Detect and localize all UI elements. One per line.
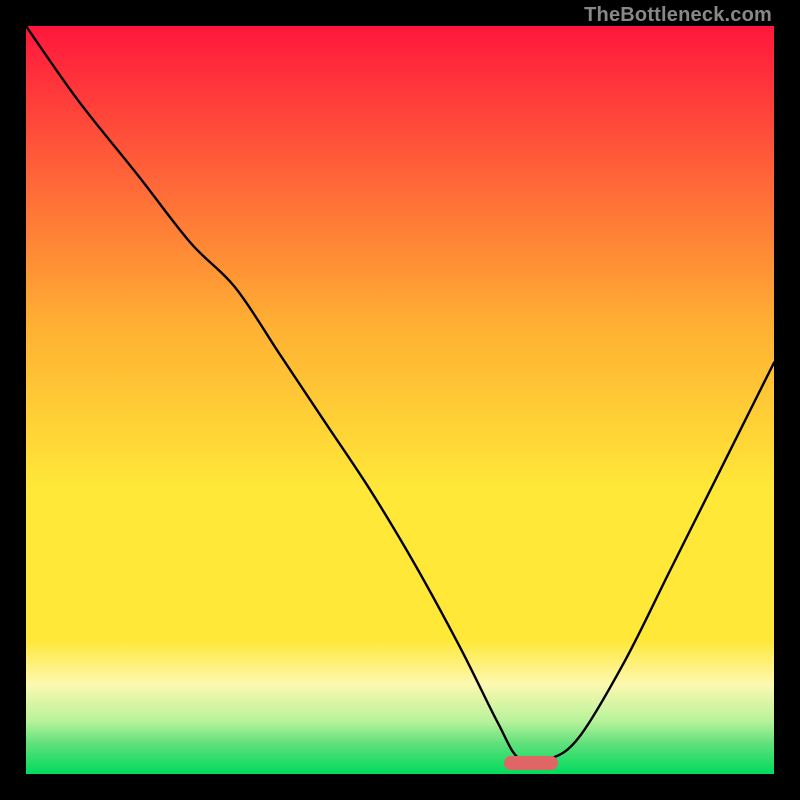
chart-frame: TheBottleneck.com <box>0 0 800 800</box>
heat-gradient-background <box>26 26 774 774</box>
watermark-text: TheBottleneck.com <box>584 4 772 27</box>
optimal-marker <box>504 756 558 770</box>
plot-area <box>26 26 774 774</box>
